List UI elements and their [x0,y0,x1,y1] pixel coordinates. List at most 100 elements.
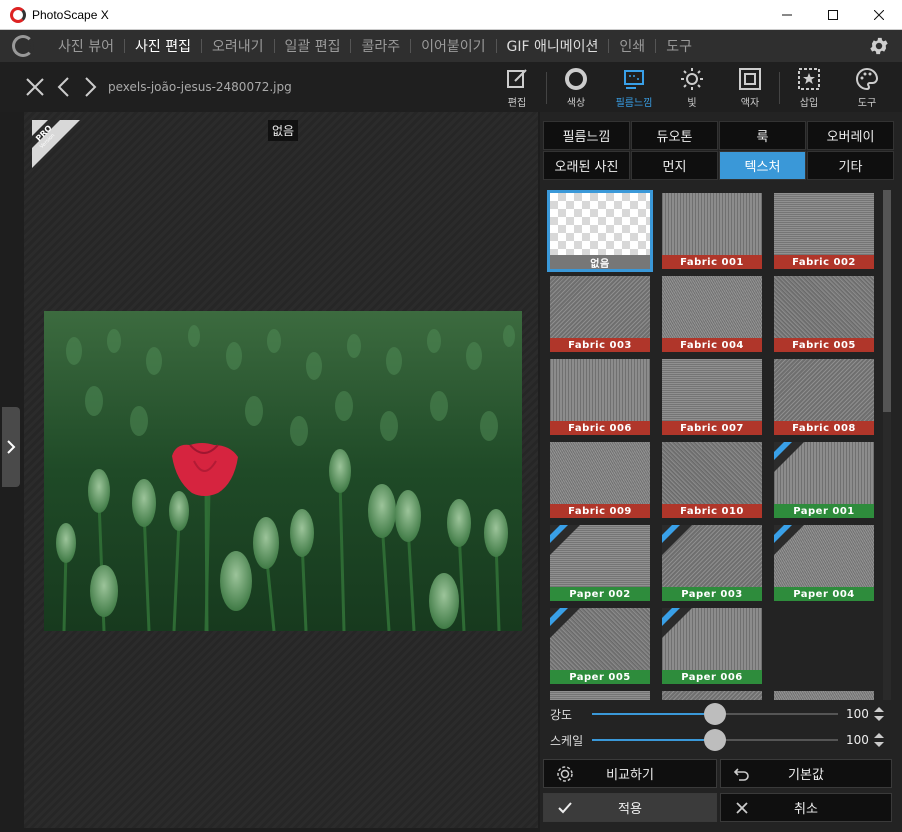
cancel-button[interactable]: 취소 [720,793,892,822]
pro-version-ribbon: PRO Version [32,120,80,168]
app-logo-icon [10,6,26,23]
scale-knob[interactable] [704,729,726,751]
scrollbar-thumb[interactable] [883,190,891,412]
minimize-icon [782,14,792,16]
insert-star-icon [796,66,822,92]
color-circle-icon [563,66,589,92]
texture-thumbnail-partial[interactable] [662,691,762,700]
chevron-right-icon [85,77,97,97]
window-title: PhotoScape X [32,7,109,22]
texture-preview [774,691,874,700]
close-button[interactable] [856,0,902,30]
tool-light[interactable]: 빛 [663,66,721,110]
texture-thumbnail[interactable]: Fabric 008 [774,359,874,435]
tool-film[interactable]: 필름느낌 [605,66,663,110]
file-navigation [24,74,102,100]
menu-print[interactable]: 인쇄 [609,30,655,62]
scale-stepper-icon[interactable] [873,731,885,749]
menu-photo-viewer[interactable]: 사진 뷰어 [48,30,124,62]
close-file-button[interactable] [24,74,46,100]
menu-gif-animation[interactable]: GIF 애니메이션 [497,30,609,62]
tool-insert[interactable]: 삽입 [780,66,838,110]
menu-batch-edit[interactable]: 일괄 편집 [275,30,351,62]
pro-badge-icon [550,525,580,555]
texture-preview [550,193,650,255]
tool-label: 편집 [507,98,527,109]
tulip-photo[interactable] [44,311,522,631]
home-logo-icon[interactable] [12,35,34,57]
tab-texture[interactable]: 텍스처 [719,151,806,180]
settings-button[interactable] [868,35,890,57]
texture-thumbnail[interactable]: Paper 003 [662,525,762,601]
intensity-knob[interactable] [704,703,726,725]
menu-combine[interactable]: 이어붙이기 [411,30,495,62]
menu-collage[interactable]: 콜라주 [351,30,410,62]
reset-button[interactable]: 기본값 [720,759,892,788]
previous-file-button[interactable] [52,74,74,100]
close-icon [874,10,884,20]
tab-other[interactable]: 기타 [807,151,894,180]
texture-thumbnail[interactable]: Paper 001 [774,442,874,518]
scale-value[interactable]: 100 [846,733,869,747]
tool-color[interactable]: 색상 [547,66,605,110]
palette-icon [854,66,880,92]
tool-label: 액자 [740,98,760,109]
minimize-button[interactable] [764,0,810,30]
maximize-button[interactable] [810,0,856,30]
compare-button[interactable]: 비교하기 [543,759,717,788]
intensity-value[interactable]: 100 [846,707,869,721]
close-icon [733,799,751,817]
tool-frame[interactable]: 액자 [721,66,779,110]
thumbnail-caption: Fabric 005 [774,338,874,352]
next-file-button[interactable] [80,74,102,100]
menu-tools[interactable]: 도구 [656,30,702,62]
tool-tools[interactable]: 도구 [838,66,896,110]
chevron-right-icon [7,440,16,454]
scale-slider[interactable] [592,729,838,751]
texture-thumbnail[interactable]: Fabric 004 [662,276,762,352]
tab-overlay[interactable]: 오버레이 [807,121,894,150]
thumbnail-caption: Fabric 004 [662,338,762,352]
apply-button[interactable]: 적용 [543,793,717,822]
intensity-slider[interactable] [592,703,838,725]
texture-thumbnail[interactable]: Fabric 003 [550,276,650,352]
texture-thumbnail[interactable]: Fabric 005 [774,276,874,352]
chevron-left-icon [57,77,69,97]
texture-thumbnail[interactable]: Fabric 009 [550,442,650,518]
texture-thumbnail[interactable]: Fabric 007 [662,359,762,435]
expand-sidebar-button[interactable] [2,407,20,487]
scale-label: 스케일 [550,733,584,748]
texture-thumbnail-partial[interactable] [550,691,650,700]
texture-thumbnail[interactable]: Paper 005 [550,608,650,684]
menu-cut-out[interactable]: 오려내기 [202,30,274,62]
editor-tool-tabs: 편집 색상 필름느낌 빛 액자 삽입 도구 [488,66,896,110]
tab-film[interactable]: 필름느낌 [543,121,630,150]
texture-thumbnail[interactable]: Fabric 001 [662,193,762,269]
thumbnail-scrollbar[interactable] [883,190,891,700]
texture-thumbnail[interactable]: Paper 004 [774,525,874,601]
tool-edit[interactable]: 편집 [488,66,546,110]
texture-preview [662,193,762,255]
texture-thumbnail[interactable]: Fabric 002 [774,193,874,269]
tab-dust[interactable]: 먼지 [631,151,718,180]
intensity-slider-row: 강도 100 [550,703,890,725]
thumbnail-caption: Paper 006 [662,670,762,684]
frame-icon [737,66,763,92]
thumbnail-caption: Paper 003 [662,587,762,601]
texture-thumbnail[interactable]: Paper 002 [550,525,650,601]
tab-look[interactable]: 룩 [719,121,806,150]
window-controls [764,0,902,30]
texture-thumbnail[interactable]: Fabric 010 [662,442,762,518]
tab-duotone[interactable]: 듀오톤 [631,121,718,150]
tool-label: 색상 [566,98,586,109]
texture-thumbnail[interactable]: Paper 006 [662,608,762,684]
menu-photo-editor[interactable]: 사진 편집 [125,30,201,62]
pro-badge-icon [774,442,804,472]
texture-thumbnail[interactable]: 없음 [547,190,653,272]
texture-thumbnail-partial[interactable] [774,691,874,700]
tab-old-photo[interactable]: 오래된 사진 [543,151,630,180]
tool-label: 도구 [857,98,877,109]
intensity-stepper-icon[interactable] [873,705,885,723]
texture-thumbnail[interactable]: Fabric 006 [550,359,650,435]
close-icon [26,78,44,96]
